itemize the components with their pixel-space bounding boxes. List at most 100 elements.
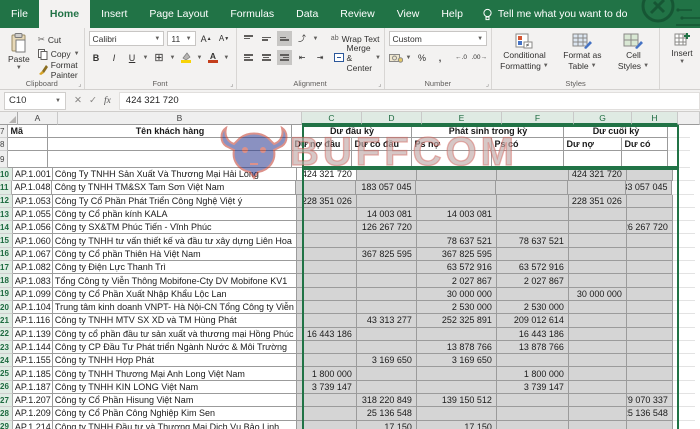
format-painter-button[interactable]: Format Painter	[38, 62, 80, 77]
cell-f14[interactable]	[497, 221, 569, 234]
increase-indent-icon[interactable]: ⇥	[313, 50, 328, 65]
cell-f27[interactable]	[497, 394, 569, 407]
cell-subheader-c[interactable]: Dư nợ đầu	[292, 138, 352, 151]
cell-e9[interactable]	[412, 151, 492, 168]
cell-name-27[interactable]: Công ty Cổ Phần Hisung Việt Nam	[53, 394, 297, 407]
cell-f10[interactable]	[497, 168, 569, 181]
align-top-icon[interactable]	[241, 31, 256, 46]
cell-g11[interactable]	[568, 181, 626, 194]
cell-d28[interactable]: 25 136 548	[357, 407, 417, 420]
cell-g12[interactable]: 228 351 026	[569, 195, 627, 208]
cell-b9[interactable]	[48, 151, 292, 168]
cell-code-10[interactable]: AP.1.001	[13, 168, 53, 181]
row-header-18[interactable]: 18	[0, 274, 13, 287]
number-format-combo[interactable]: Custom▼	[389, 31, 488, 46]
cell-c13[interactable]	[297, 208, 357, 221]
cell-styles-button[interactable]: Cell Styles▼	[612, 31, 655, 77]
column-header-e[interactable]: E	[422, 112, 502, 125]
cell-h17[interactable]	[627, 261, 673, 274]
row-header-10[interactable]: 10	[0, 168, 13, 181]
cell-f29[interactable]	[497, 421, 569, 429]
underline-caret-icon[interactable]: ▼	[143, 55, 149, 61]
cell-h15[interactable]	[627, 234, 673, 247]
cell-name-12[interactable]: Công Ty Cổ Phần Phát Triển Công Nghệ Việ…	[53, 195, 297, 208]
cell-name-23[interactable]: Công ty CP Đầu Tư Phát triển Ngành Nước …	[53, 341, 297, 354]
cell-d22[interactable]	[357, 328, 417, 341]
cell-e28[interactable]	[417, 407, 497, 420]
cell-h27[interactable]: 179 070 337	[627, 394, 673, 407]
cell-c29[interactable]	[297, 421, 357, 429]
cell-name-11[interactable]: Công ty TNHH TM&SX Tam Sơn Việt Nam	[52, 181, 296, 194]
merge-center-caret-icon[interactable]: ▼	[375, 55, 381, 61]
cell-e27[interactable]: 139 150 512	[417, 394, 497, 407]
cell-e21[interactable]: 252 325 891	[417, 314, 497, 327]
cell-code-29[interactable]: AP.1.214	[13, 421, 53, 429]
cell-d11[interactable]: 183 057 045	[356, 181, 416, 194]
tab-insert[interactable]: Insert	[90, 0, 138, 28]
cell-a8[interactable]	[8, 138, 48, 151]
cell-h9[interactable]	[622, 151, 668, 168]
cell-g19[interactable]: 30 000 000	[569, 288, 627, 301]
cell-f22[interactable]: 16 443 186	[497, 328, 569, 341]
cell-code-17[interactable]: AP.1.082	[13, 261, 53, 274]
cell-code-11[interactable]: AP.1.048	[12, 181, 52, 194]
cell-h13[interactable]	[627, 208, 673, 221]
cell-code-15[interactable]: AP.1.060	[13, 234, 53, 247]
cell-e19[interactable]: 30 000 000	[417, 288, 497, 301]
cell-h12[interactable]	[627, 195, 673, 208]
cell-f12[interactable]	[497, 195, 569, 208]
row-header-14[interactable]: 14	[0, 221, 13, 234]
cell-name-22[interactable]: Công ty cổ phần đầu tư sản xuất và thươn…	[53, 328, 297, 341]
shrink-font-button[interactable]: A▼	[217, 31, 232, 46]
cell-d15[interactable]	[357, 234, 417, 247]
cell-e20[interactable]: 2 530 000	[417, 301, 497, 314]
cell-h19[interactable]	[627, 288, 673, 301]
cell-c18[interactable]	[297, 274, 357, 287]
cell-c16[interactable]	[297, 248, 357, 261]
cell-e12[interactable]	[417, 195, 497, 208]
cell-g10[interactable]: 424 321 720	[569, 168, 627, 181]
cell-g20[interactable]	[569, 301, 627, 314]
cell-f17[interactable]: 63 572 916	[497, 261, 569, 274]
tab-data[interactable]: Data	[285, 0, 329, 28]
cell-g14[interactable]	[569, 221, 627, 234]
row-header-8[interactable]: 8	[0, 138, 8, 151]
row-header-16[interactable]: 16	[0, 248, 13, 261]
cell-f23[interactable]: 13 878 766	[497, 341, 569, 354]
row-header-23[interactable]: 23	[0, 341, 13, 354]
decrease-indent-icon[interactable]: ⇤	[295, 50, 310, 65]
grow-font-button[interactable]: A▲	[199, 31, 214, 46]
cell-g17[interactable]	[569, 261, 627, 274]
cell-du-dau-ky[interactable]: Dư đầu kỳ	[292, 125, 412, 138]
cell-h29[interactable]	[627, 421, 673, 429]
name-box[interactable]: C10 ▼	[4, 92, 66, 110]
row-header-28[interactable]: 28	[0, 407, 13, 420]
cell-a7[interactable]: Mã	[8, 125, 48, 138]
align-right-icon[interactable]	[277, 50, 292, 65]
underline-button[interactable]: U	[125, 50, 140, 65]
row-header-17[interactable]: 17	[0, 261, 13, 274]
align-center-icon[interactable]	[259, 50, 274, 65]
cell-e11[interactable]	[416, 181, 496, 194]
tab-page-layout[interactable]: Page Layout	[138, 0, 219, 28]
cell-c9[interactable]	[292, 151, 352, 168]
cell-name-16[interactable]: Công ty Cổ phần Thiên Hà Việt Nam	[53, 248, 297, 261]
cell-code-27[interactable]: AP.1.207	[13, 394, 53, 407]
cancel-icon[interactable]: ✕	[74, 95, 82, 106]
cell-c23[interactable]	[297, 341, 357, 354]
row-header-20[interactable]: 20	[0, 301, 13, 314]
cell-a9[interactable]	[8, 151, 48, 168]
cell-g23[interactable]	[569, 341, 627, 354]
cell-d18[interactable]	[357, 274, 417, 287]
alignment-dialog-launcher-icon[interactable]: ⌟	[378, 80, 381, 88]
row-header-22[interactable]: 22	[0, 328, 13, 341]
cell-code-20[interactable]: AP.1.104	[13, 301, 53, 314]
format-as-table-button[interactable]: Format as Table▼	[557, 31, 608, 77]
cell-c28[interactable]	[297, 407, 357, 420]
cell-name-20[interactable]: Trung tâm kinh doanh VNPT- Hà Nội-CN Tổn…	[53, 301, 297, 314]
cell-g29[interactable]	[569, 421, 627, 429]
cell-f15[interactable]: 78 637 521	[497, 234, 569, 247]
bold-button[interactable]: B	[89, 50, 104, 65]
cell-g18[interactable]	[569, 274, 627, 287]
cell-c19[interactable]	[297, 288, 357, 301]
